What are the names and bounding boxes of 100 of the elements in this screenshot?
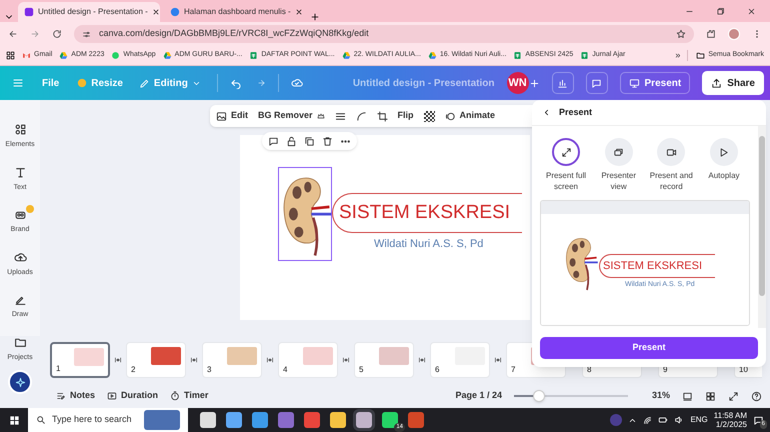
speaker-icon[interactable] <box>674 415 684 425</box>
present-button[interactable]: Present <box>620 72 690 94</box>
corner-rounding-icon[interactable] <box>356 110 367 122</box>
page-number: 3 <box>207 364 212 376</box>
selection-frame[interactable] <box>278 167 332 261</box>
page-thumbnail[interactable]: 2 <box>126 342 186 378</box>
present-option[interactable]: Present and record <box>645 138 698 192</box>
flip-button[interactable]: Flip <box>398 109 414 123</box>
apps-grid-icon[interactable] <box>6 51 15 60</box>
slide-canvas[interactable]: SISTEM EKSKRESI Wildati Nuri A.S. S, Pd <box>240 135 530 320</box>
sparkle-icon <box>14 376 26 388</box>
transparency-icon[interactable] <box>424 110 435 122</box>
notes-button[interactable]: Notes <box>56 389 96 403</box>
page-number: 1 <box>56 363 60 375</box>
star-icon[interactable] <box>676 29 686 39</box>
page-number: 4 <box>283 364 288 376</box>
panel-title: Present <box>559 106 592 119</box>
animate-button[interactable]: Animate <box>444 109 496 123</box>
stopwatch-icon <box>170 391 180 401</box>
page-thumbnail[interactable]: 4 <box>278 342 338 378</box>
page-thumbnail[interactable]: 3 <box>202 342 262 378</box>
plus-icon[interactable] <box>310 12 320 22</box>
edit-image-button[interactable]: Edit <box>216 109 248 123</box>
spreadsheet-icon <box>580 51 590 60</box>
slide-thumbnail-picture <box>303 347 333 365</box>
transition-icon[interactable] <box>190 356 198 364</box>
search-bar[interactable]: Type here to search <box>28 408 188 432</box>
crown-badge <box>26 205 34 213</box>
extensions-icon[interactable] <box>706 29 716 39</box>
video-camera-icon <box>666 146 677 158</box>
clock[interactable]: 11:58 AM 1/2/2025 <box>714 410 747 430</box>
user-avatar[interactable]: WN <box>506 72 529 94</box>
profile-avatar[interactable] <box>728 28 740 40</box>
browser-tab[interactable]: Halaman dashboard menulis - <box>164 2 306 22</box>
border-style-icon[interactable] <box>334 110 346 122</box>
plus-icon[interactable] <box>528 78 540 88</box>
transition-icon[interactable] <box>266 356 274 364</box>
browser-tab[interactable]: Untitled design - Presentation - <box>18 2 160 22</box>
transition-icon[interactable] <box>418 356 426 364</box>
comment-add-icon[interactable] <box>268 136 279 146</box>
cloud-saved-icon[interactable] <box>290 77 303 89</box>
transition-icon[interactable] <box>114 356 122 364</box>
transition-icon[interactable] <box>342 356 350 364</box>
back-icon[interactable] <box>8 29 18 39</box>
scrollbar[interactable] <box>758 126 766 328</box>
reload-icon[interactable] <box>52 29 62 39</box>
wifi-icon[interactable] <box>643 416 652 424</box>
page-thumbnail[interactable]: 6 <box>430 342 490 378</box>
fullscreen-icon[interactable] <box>728 390 739 402</box>
unlock-icon[interactable] <box>286 136 297 146</box>
present-option[interactable]: Presenter view <box>592 138 645 192</box>
search-input[interactable]: Type here to search <box>52 413 138 427</box>
more-bookmarks-button[interactable]: » <box>675 48 680 62</box>
expand-icon <box>560 146 572 158</box>
slide-thumbnail-picture <box>74 348 104 366</box>
insights-button[interactable] <box>552 72 574 94</box>
trash-icon[interactable] <box>322 136 333 146</box>
present-option[interactable]: Present full screen <box>540 138 592 192</box>
share-icon <box>711 78 722 88</box>
page-indicator[interactable]: Page 1 / 24 <box>455 389 502 403</box>
slide-subtitle[interactable]: Wildati Nuri A.S. S, Pd <box>374 236 484 252</box>
page-number: 7 <box>511 364 516 376</box>
page-thumbnail[interactable]: 5 <box>354 342 414 378</box>
magic-assistant-button[interactable] <box>8 370 32 394</box>
grid-icon[interactable] <box>705 390 716 402</box>
close-icon[interactable] <box>294 8 303 16</box>
slide-thumbnail-picture <box>379 347 409 365</box>
animate-icon <box>444 110 456 122</box>
text-icon <box>14 166 26 178</box>
crop-button[interactable] <box>376 110 388 122</box>
present-option[interactable]: Autoplay <box>698 138 750 192</box>
duration-button[interactable]: Duration <box>107 389 158 403</box>
language-indicator[interactable]: ENG <box>690 414 708 426</box>
share-button[interactable]: Share <box>702 71 764 95</box>
timer-button[interactable]: Timer <box>170 389 208 403</box>
timeline-icon <box>107 391 118 401</box>
close-icon[interactable] <box>747 7 756 16</box>
slide-title: SISTEM EKSKRESI <box>603 259 702 274</box>
comments-button[interactable] <box>586 72 608 94</box>
page-thumbnail[interactable]: 1 <box>50 342 110 378</box>
close-icon[interactable] <box>152 8 160 16</box>
spreadsheet-icon <box>249 51 258 60</box>
duplicate-icon[interactable] <box>304 136 315 146</box>
slide-title[interactable]: SISTEM EKSKRESI <box>339 198 510 228</box>
bg-remover-button[interactable]: BG Remover <box>258 109 325 123</box>
undo-icon[interactable] <box>230 77 242 89</box>
zoom-slider-thumb[interactable] <box>533 390 546 402</box>
help-icon[interactable] <box>751 390 762 402</box>
zoom-percentage[interactable]: 31% <box>640 389 670 403</box>
page-number: 5 <box>359 364 364 376</box>
present-button[interactable]: Present <box>540 337 758 359</box>
restore-icon[interactable] <box>716 7 725 16</box>
back-icon[interactable] <box>542 108 551 117</box>
transition-icon[interactable] <box>494 356 502 364</box>
battery-icon[interactable] <box>658 415 668 425</box>
address-bar[interactable]: canva.com/design/DAGbBMBj9LE/rVRC8I_wcFZzWqiQN8fKkg/edit <box>74 25 694 43</box>
play-icon <box>718 146 730 158</box>
grid-view-icon[interactable] <box>682 390 693 402</box>
page-number: 2 <box>131 364 136 376</box>
scrollbar-thumb[interactable] <box>759 136 765 296</box>
